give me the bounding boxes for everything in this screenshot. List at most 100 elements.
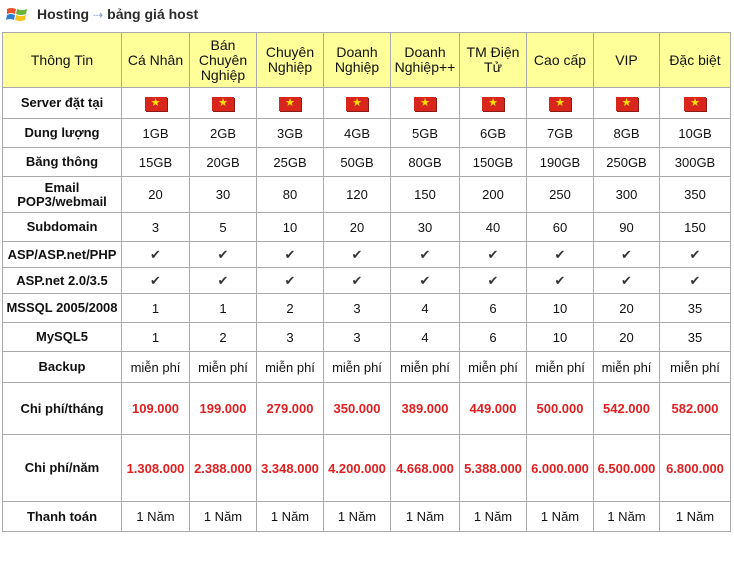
- table-cell: 1: [189, 293, 257, 323]
- vietnam-flag-icon: [279, 96, 301, 111]
- table-cell: 2: [189, 322, 257, 352]
- table-cell: 20: [323, 212, 391, 242]
- table-row: Server đặt tại: [2, 87, 731, 119]
- table-cell: miễn phí: [390, 351, 460, 383]
- check-cell: ✔: [189, 267, 257, 294]
- cell-value: 6.000.000: [531, 460, 589, 476]
- cell-value: 10: [552, 329, 568, 345]
- breadcrumb-current: bảng giá host: [107, 6, 199, 22]
- checkmark-icon: ✔: [487, 246, 499, 262]
- table-cell: 7GB: [526, 118, 594, 148]
- table-cell: 1 Năm: [459, 501, 527, 532]
- table-cell: 3: [323, 322, 391, 352]
- plan-header: Bán Chuyên Nghiệp: [189, 32, 257, 88]
- table-cell: 1 Năm: [256, 501, 324, 532]
- table-cell: 1 Năm: [323, 501, 391, 532]
- table-cell: [256, 87, 324, 119]
- cell-value: 7GB: [546, 125, 573, 141]
- cell-value: 60: [552, 219, 568, 235]
- row-label: Dung lượng: [2, 118, 122, 148]
- table-cell: 2GB: [189, 118, 257, 148]
- table-cell: miễn phí: [189, 351, 257, 383]
- checkmark-icon: ✔: [351, 272, 363, 288]
- cell-value: miễn phí: [535, 359, 585, 375]
- cell-value: 15GB: [138, 154, 173, 170]
- price-cell: 449.000: [459, 382, 527, 435]
- price-cell: 582.000: [659, 382, 731, 435]
- table-cell: 4GB: [323, 118, 391, 148]
- cell-value: 150: [414, 187, 436, 202]
- row-label: Email POP3/webmail: [2, 176, 122, 213]
- cell-value: 20: [619, 300, 634, 316]
- cell-value: 300: [615, 187, 638, 202]
- table-cell: [659, 87, 731, 119]
- price-cell: 2.388.000: [189, 434, 257, 502]
- cell-value: 200: [482, 187, 504, 202]
- plan-header: Doanh Nghiệp: [323, 32, 391, 88]
- table-cell: 10: [526, 293, 594, 323]
- cell-value: 1: [219, 300, 227, 316]
- check-cell: ✔: [593, 267, 660, 294]
- cell-value: 190GB: [539, 154, 581, 170]
- table-cell: 190GB: [526, 147, 594, 177]
- cell-value: 80GB: [408, 154, 442, 170]
- table-cell: [390, 87, 460, 119]
- cell-value: 3: [151, 219, 160, 235]
- table-cell: 250: [526, 176, 594, 213]
- cell-value: 500.000: [536, 401, 584, 416]
- cell-value: 5GB: [411, 125, 438, 141]
- cell-value: 120: [346, 187, 368, 202]
- cell-value: 1: [151, 300, 160, 316]
- table-cell: 6: [459, 293, 527, 323]
- cell-value: 582.000: [671, 401, 719, 416]
- table-cell: 1 Năm: [659, 501, 731, 532]
- vietnam-flag-icon: [212, 96, 234, 111]
- plan-header: VIP: [593, 32, 660, 88]
- checkmark-icon: ✔: [217, 272, 229, 288]
- vietnam-flag-icon: [144, 96, 167, 111]
- table-cell: 150GB: [459, 147, 527, 177]
- cell-value: 3: [286, 329, 294, 345]
- table-cell: 35: [659, 293, 731, 323]
- table-cell: 300: [593, 176, 660, 213]
- cell-value: 10GB: [678, 125, 712, 141]
- row-label: Server đặt tại: [2, 87, 122, 119]
- table-row: Backup miễn phí miễn phí miễn phí miễn phí mi…: [2, 351, 731, 383]
- price-cell: 3.348.000: [256, 434, 324, 502]
- table-cell: 25GB: [256, 147, 324, 177]
- cell-value: miễn phí: [601, 359, 652, 375]
- table-row: MySQL5 1 2 3 3 4 6 10 20 35: [2, 322, 731, 352]
- table-cell: 4: [390, 322, 460, 352]
- cell-value: miễn phí: [400, 359, 450, 375]
- table-cell: 1 Năm: [593, 501, 660, 532]
- check-cell: ✔: [323, 241, 391, 268]
- price-cell: 5.388.000: [459, 434, 527, 502]
- cell-value: 1 Năm: [473, 509, 513, 524]
- table-cell: 15GB: [121, 147, 190, 177]
- checkmark-icon: ✔: [689, 246, 701, 262]
- vietnam-flag-icon: [549, 96, 571, 111]
- check-cell: ✔: [593, 241, 660, 268]
- table-cell: miễn phí: [256, 351, 324, 383]
- cell-value: 1 Năm: [675, 509, 715, 524]
- checkmark-icon: ✔: [487, 272, 499, 288]
- cell-value: 5: [219, 219, 227, 235]
- price-cell: 279.000: [256, 382, 324, 435]
- cell-value: 3: [353, 329, 361, 345]
- table-cell: 1 Năm: [189, 501, 257, 532]
- cell-value: 3GB: [276, 125, 303, 141]
- table-row: Thanh toán 1 Năm 1 Năm 1 Năm 1 Năm 1 Năm 1 Năm…: [2, 501, 731, 532]
- plan-header: Chuyên Nghiệp: [256, 32, 324, 88]
- breadcrumb-root-link[interactable]: Hosting: [37, 6, 89, 22]
- cell-value: 1 Năm: [203, 509, 243, 524]
- cell-value: 3: [353, 300, 361, 316]
- cell-value: 6GB: [479, 125, 506, 141]
- cell-value: 35: [687, 329, 703, 345]
- table-row: ASP.net 2.0/3.5 ✔ ✔ ✔ ✔ ✔ ✔ ✔ ✔ ✔: [2, 267, 731, 294]
- cell-value: 2GB: [209, 125, 236, 141]
- table-cell: [459, 87, 527, 119]
- checkmark-icon: ✔: [284, 272, 296, 288]
- cell-value: 30: [215, 187, 231, 202]
- table-row: ASP/ASP.net/PHP ✔ ✔ ✔ ✔ ✔ ✔ ✔ ✔ ✔: [2, 241, 731, 268]
- check-cell: ✔: [459, 241, 527, 268]
